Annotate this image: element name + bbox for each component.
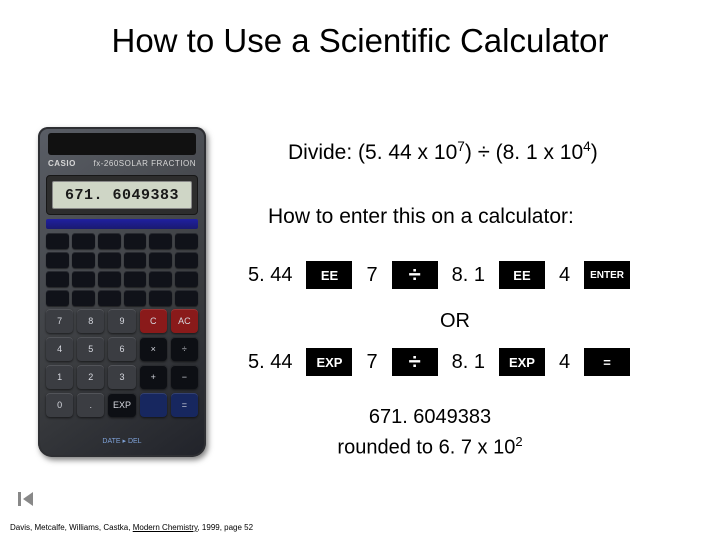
seq-num: 4 — [559, 351, 570, 374]
divide-key: ÷ — [392, 348, 438, 376]
citation-footer: Davis, Metcalfe, Williams, Castka, Moder… — [10, 523, 253, 532]
fn-key — [124, 290, 147, 306]
op-key: + — [140, 365, 167, 389]
num-key: 1 — [46, 365, 73, 389]
fn-key — [124, 271, 147, 287]
fn-key — [72, 252, 95, 268]
prev-slide-icon[interactable] — [18, 492, 36, 506]
fn-key — [124, 252, 147, 268]
exp-key: EXP — [306, 348, 352, 376]
brand-right: fx-260SOLAR FRACTION — [94, 159, 196, 173]
problem-text: ) — [465, 141, 478, 164]
rounded-text: rounded to 6. 7 x 10 — [337, 437, 515, 459]
enter-key: ENTER — [584, 261, 630, 289]
fn-key — [175, 252, 198, 268]
num-key: 2 — [77, 365, 104, 389]
fn-key — [72, 233, 95, 249]
seq-num: 5. 44 — [248, 264, 292, 287]
or-label: OR — [440, 310, 470, 333]
ac-key: AC — [171, 309, 198, 333]
seq-num: 5. 44 — [248, 351, 292, 374]
fn-key — [149, 252, 172, 268]
op-key: − — [171, 365, 198, 389]
footer-authors: Davis, Metcalfe, Williams, Castka, — [10, 523, 133, 532]
num-key: 8 — [77, 309, 104, 333]
problem-exp1: 7 — [457, 139, 465, 154]
equals-key: = — [584, 348, 630, 376]
fn-key — [98, 271, 121, 287]
exp-key: EXP — [499, 348, 545, 376]
result-value: 671. 6049383 — [0, 406, 720, 429]
key-sequence-ee: 5. 44 EE 7 ÷ 8. 1 EE 4 ENTER — [248, 261, 630, 289]
fn-key — [175, 271, 198, 287]
ee-key: EE — [499, 261, 545, 289]
footer-rest: , 1999, page 52 — [197, 523, 253, 532]
num-key: 3 — [108, 365, 135, 389]
fn-key — [46, 252, 69, 268]
fn-key — [72, 271, 95, 287]
fn-key — [149, 290, 172, 306]
seq-num: 7 — [366, 264, 377, 287]
calculator-screen: 671. 6049383 — [52, 181, 192, 209]
num-key: 7 — [46, 309, 73, 333]
problem-text: ) — [591, 141, 598, 164]
num-key: 4 — [46, 337, 73, 361]
fn-key — [124, 233, 147, 249]
op-key: ÷ — [171, 337, 198, 361]
seq-num: 8. 1 — [452, 264, 485, 287]
fn-key — [72, 290, 95, 306]
problem-statement: Divide: (5. 44 x 107) ÷ (8. 1 x 104) — [288, 139, 598, 165]
seq-num: 4 — [559, 264, 570, 287]
calculator-screen-frame: 671. 6049383 — [46, 175, 198, 215]
fn-key — [175, 290, 198, 306]
ee-key: EE — [306, 261, 352, 289]
fn-key — [98, 233, 121, 249]
footer-book: Modern Chemistry — [133, 523, 198, 532]
how-enter-label: How to enter this on a calculator: — [268, 205, 574, 229]
page-title: How to Use a Scientific Calculator — [0, 22, 720, 60]
calculator-brand: CASIO fx-260SOLAR FRACTION — [48, 159, 196, 173]
divide-sign: ÷ — [478, 139, 490, 164]
calculator-mode-strip — [46, 219, 198, 229]
key-sequence-exp: 5. 44 EXP 7 ÷ 8. 1 EXP 4 = — [248, 348, 630, 376]
fn-key — [98, 252, 121, 268]
problem-text: Divide: (5. 44 x 10 — [288, 141, 457, 164]
fn-key — [149, 271, 172, 287]
op-key: × — [140, 337, 167, 361]
result-rounded: rounded to 6. 7 x 102 — [0, 434, 720, 460]
num-key: 5 — [77, 337, 104, 361]
rounded-exp: 2 — [515, 434, 522, 449]
fn-key — [98, 290, 121, 306]
brand-left: CASIO — [48, 159, 76, 173]
fn-key — [46, 290, 69, 306]
fn-key — [149, 233, 172, 249]
num-key: 6 — [108, 337, 135, 361]
problem-exp2: 4 — [583, 139, 591, 154]
fn-key — [46, 271, 69, 287]
solar-panel — [48, 133, 196, 155]
clear-key: C — [140, 309, 167, 333]
fn-key — [175, 233, 198, 249]
fn-key — [46, 233, 69, 249]
divide-key: ÷ — [392, 261, 438, 289]
problem-text: (8. 1 x 10 — [490, 141, 583, 164]
num-key: 9 — [108, 309, 135, 333]
seq-num: 8. 1 — [452, 351, 485, 374]
seq-num: 7 — [366, 351, 377, 374]
